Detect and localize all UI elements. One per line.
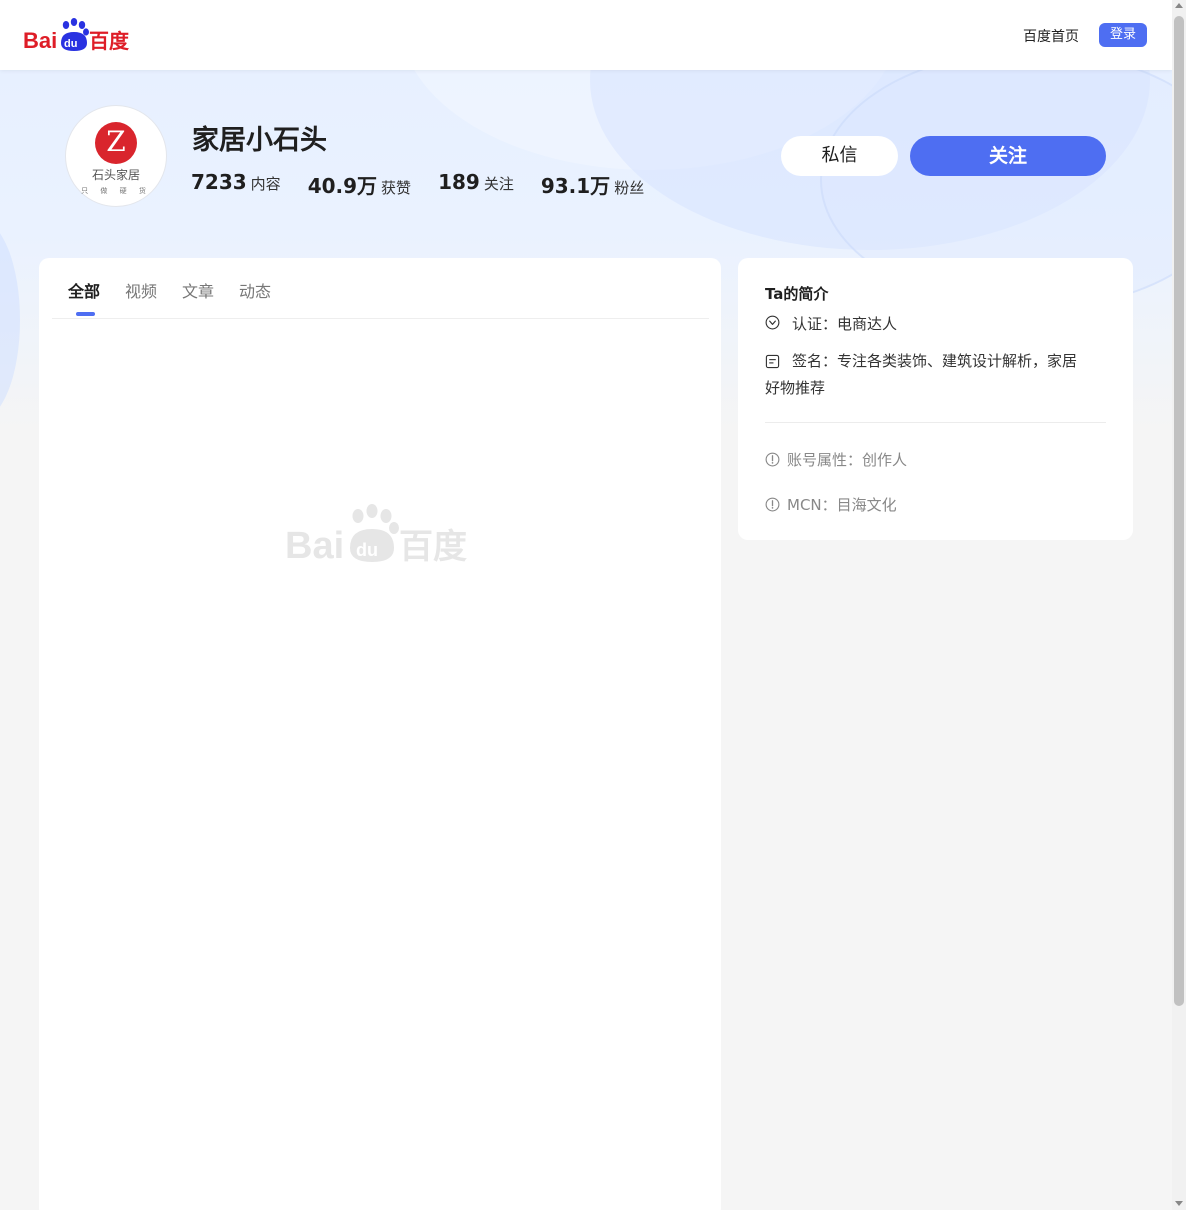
stat-fans[interactable]: 93.1万 粉丝	[541, 170, 644, 199]
scrollbar-thumb[interactable]	[1174, 16, 1184, 1006]
svg-text:du: du	[356, 540, 378, 560]
active-tab-indicator	[76, 312, 95, 316]
avatar-brand-text: 石头家居	[91, 168, 140, 182]
scroll-up-arrow-icon[interactable]	[1175, 3, 1183, 8]
profile-stats: 7233 内容 40.9万 获赞 189 关注 93.1万 粉丝	[191, 170, 671, 199]
signature-row: 签名：专注各类装饰、建筑设计解析，家居	[765, 345, 1110, 377]
stat-likes: 40.9万 获赞	[308, 170, 411, 199]
stat-likes-label: 获赞	[381, 179, 412, 197]
intro-divider	[765, 422, 1106, 423]
follow-button[interactable]: 关注	[910, 136, 1106, 176]
svg-text:百度: 百度	[399, 527, 467, 564]
stat-fans-count: 93.1万	[540, 174, 611, 198]
account-type-row: 账号属性：创作人	[765, 449, 907, 470]
stat-following-count: 189	[438, 170, 480, 194]
svg-text:du: du	[64, 38, 77, 50]
tab-divider	[52, 318, 709, 319]
user-name: 家居小石头	[192, 125, 327, 156]
content-feed-card: 全部 视频 文章 动态 Bai du 百度	[39, 258, 721, 1210]
mcn-text: MCN：目海文化	[787, 496, 897, 514]
certification-row: 认证：电商达人	[765, 313, 897, 334]
signature-text: 签名：专注各类装饰、建筑设计解析，家居	[792, 352, 1078, 370]
certified-check-icon	[765, 315, 780, 330]
stat-content: 7233 内容	[191, 170, 281, 199]
tab-video[interactable]: 视频	[125, 278, 157, 302]
content-tabs: 全部 视频 文章 动态	[68, 278, 296, 302]
certification-text: 认证：电商达人	[792, 315, 898, 333]
baidu-logo[interactable]: Bai du 百度	[23, 17, 133, 53]
svg-text:Bai: Bai	[285, 525, 344, 564]
stat-content-count: 7233	[191, 170, 247, 194]
stat-following[interactable]: 189 关注	[438, 170, 514, 199]
tab-all[interactable]: 全部	[68, 278, 100, 302]
svg-text:百度: 百度	[89, 29, 130, 53]
loading-baidu-logo: Bai du 百度	[285, 504, 467, 564]
page-scrollbar[interactable]	[1172, 0, 1186, 1210]
avatar[interactable]: Z 石头家居 只 做 硬 货	[65, 105, 167, 207]
baidu-home-link[interactable]: 百度首页	[1023, 26, 1079, 46]
intro-card: Ta的简介 认证：电商达人 签名：专注各类装饰、建筑设计解析，家居 好物推荐 账…	[738, 258, 1133, 540]
tab-dynamic[interactable]: 动态	[239, 278, 271, 302]
info-exclamation-icon	[765, 497, 780, 512]
stat-following-label: 关注	[483, 175, 514, 193]
tab-article[interactable]: 文章	[182, 278, 214, 302]
top-navbar: Bai du 百度 百度首页 登录	[0, 0, 1172, 70]
signature-note-icon	[765, 354, 780, 369]
info-exclamation-icon	[765, 452, 780, 467]
mcn-row: MCN：目海文化	[765, 494, 897, 515]
intro-title: Ta的简介	[765, 285, 829, 303]
stat-fans-label: 粉丝	[614, 179, 645, 197]
svg-text:Bai: Bai	[23, 28, 57, 53]
scroll-down-arrow-icon[interactable]	[1175, 1201, 1183, 1206]
signature-text-continued: 好物推荐	[765, 379, 826, 397]
avatar-slogan-text: 只 做 硬 货	[81, 187, 151, 195]
avatar-logo-mark: Z	[95, 122, 137, 164]
login-button[interactable]: 登录	[1099, 23, 1147, 47]
stat-content-label: 内容	[250, 175, 281, 193]
stat-likes-count: 40.9万	[307, 174, 378, 198]
private-message-button[interactable]: 私信	[781, 136, 898, 176]
account-type-text: 账号属性：创作人	[787, 451, 908, 469]
